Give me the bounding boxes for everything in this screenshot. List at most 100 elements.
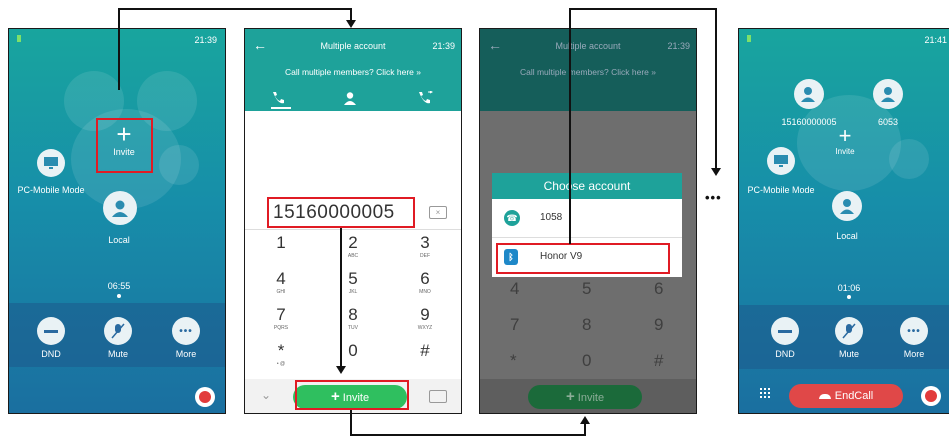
key-digit: 6: [420, 269, 430, 288]
member-avatar[interactable]: [794, 79, 824, 109]
member-avatar[interactable]: [873, 79, 903, 109]
sim-icon: [17, 35, 21, 42]
plus-icon: +: [838, 123, 852, 148]
tab-phone[interactable]: [271, 91, 295, 111]
key-digit: 7: [276, 305, 286, 324]
minus-icon: [778, 329, 792, 333]
key-letters: MNO: [419, 289, 431, 295]
more-button[interactable]: •••: [172, 317, 200, 345]
pc-mobile-button[interactable]: [37, 149, 65, 177]
flow-arrow: [118, 8, 352, 10]
dots-icon: •••: [907, 325, 921, 337]
key[interactable]: 5 JKL: [317, 269, 389, 305]
monitor-icon: [44, 157, 58, 169]
chevron-down-icon[interactable]: ⌄: [261, 388, 271, 402]
key[interactable]: 3 DEF: [389, 233, 461, 269]
divider: [245, 229, 461, 230]
record-button[interactable]: [921, 386, 941, 406]
pc-mobile-label: PC-Mobile Mode: [747, 185, 815, 195]
key-digit: 2: [348, 233, 358, 252]
clock: 21:39: [432, 41, 455, 51]
key-digit: 3: [420, 233, 430, 252]
key[interactable]: 0: [317, 341, 389, 377]
status-bar: 21:41: [739, 29, 949, 49]
key[interactable]: 2 ABC: [317, 233, 389, 269]
mute-button[interactable]: [104, 317, 132, 345]
arrowhead-down: [711, 168, 721, 176]
tab-history[interactable]: [417, 90, 434, 110]
invite-label: Invite: [577, 392, 605, 404]
active-tab-indicator: [271, 107, 291, 109]
background-circle: [889, 139, 929, 179]
more-button[interactable]: •••: [900, 317, 928, 345]
key-letters: ABC: [347, 253, 359, 259]
endcall-button[interactable]: EndCall: [789, 384, 903, 408]
flow-arrow: [118, 8, 120, 90]
invite-button[interactable]: + Invite: [825, 123, 865, 157]
key-digit: 5: [348, 269, 358, 288]
backspace-icon[interactable]: ×: [429, 206, 447, 219]
clock: 21:41: [924, 35, 947, 45]
key[interactable]: #: [389, 341, 461, 377]
keypad-footer: + Invite: [480, 379, 696, 413]
call-timer: 06:55: [107, 281, 131, 291]
flow-arrow: [584, 424, 586, 436]
mute-button[interactable]: [835, 317, 863, 345]
minus-icon: [44, 329, 58, 333]
arrowhead-down: [336, 366, 346, 374]
key-letters: DEF: [420, 253, 430, 259]
call-controls: DND Mute ••• More: [739, 305, 949, 369]
dnd-button[interactable]: [37, 317, 65, 345]
record-button[interactable]: [195, 387, 215, 407]
person-icon: [840, 199, 854, 214]
tab-contacts[interactable]: [343, 91, 357, 110]
person-icon: [344, 92, 356, 105]
key[interactable]: 6 MNO: [389, 269, 461, 305]
flow-arrow: [569, 8, 717, 10]
highlight-box: [496, 243, 670, 274]
key-letters: TUV: [348, 325, 358, 331]
multiple-call-link[interactable]: Call multiple members? Click here »: [245, 67, 461, 77]
keyboard-icon[interactable]: [429, 390, 447, 403]
microphone-off-icon: [111, 323, 125, 339]
dialog-header: Choose account: [492, 173, 682, 199]
key-digit: 1: [276, 233, 286, 252]
highlight-box: [96, 118, 153, 173]
key-digit: *: [277, 341, 285, 360]
flow-arrow: [715, 8, 717, 170]
pc-mobile-button[interactable]: [767, 147, 795, 175]
dial-screen: ← Multiple account 21:39 Call multiple m…: [244, 28, 462, 414]
local-label: Local: [108, 235, 130, 245]
key[interactable]: 9 WXYZ: [389, 305, 461, 341]
timer-dot: [847, 295, 851, 299]
local-avatar: [832, 191, 862, 221]
key-digit: 4: [276, 269, 286, 288]
key[interactable]: 1: [245, 233, 317, 269]
key[interactable]: * • @: [245, 341, 317, 377]
hangup-icon: [818, 393, 831, 399]
choose-account-screen: ← Multiple account 21:39 Call multiple m…: [479, 28, 697, 414]
key[interactable]: 4 GHI: [245, 269, 317, 305]
dialpad-icon[interactable]: [759, 387, 771, 399]
arrowhead-up: [580, 416, 590, 424]
key-digit: 8: [582, 315, 592, 334]
account-name: 1058: [540, 212, 563, 223]
double-chevron-icon: »: [651, 67, 657, 77]
dnd-button[interactable]: [771, 317, 799, 345]
key[interactable]: 7 PQRS: [245, 305, 317, 341]
key-digit: 0: [582, 351, 592, 370]
multiple-call-link[interactable]: Call multiple members? Click here »: [480, 67, 696, 77]
mute-label: Mute: [838, 349, 859, 359]
flow-arrow: [350, 434, 586, 436]
call-timer: 01:06: [837, 283, 861, 293]
ellipsis: •••: [705, 190, 722, 205]
highlight-box: [267, 197, 415, 228]
mute-label: Mute: [107, 349, 128, 359]
key[interactable]: 8 TUV: [317, 305, 389, 341]
screen-title: Multiple account: [555, 41, 621, 51]
arrowhead-down: [346, 20, 356, 28]
dial-header: ← Multiple account 21:39 Call multiple m…: [480, 29, 696, 111]
call-history-icon: [419, 90, 434, 104]
pc-mobile-label: PC-Mobile Mode: [17, 185, 85, 195]
account-item[interactable]: ☎ 1058: [492, 201, 682, 235]
